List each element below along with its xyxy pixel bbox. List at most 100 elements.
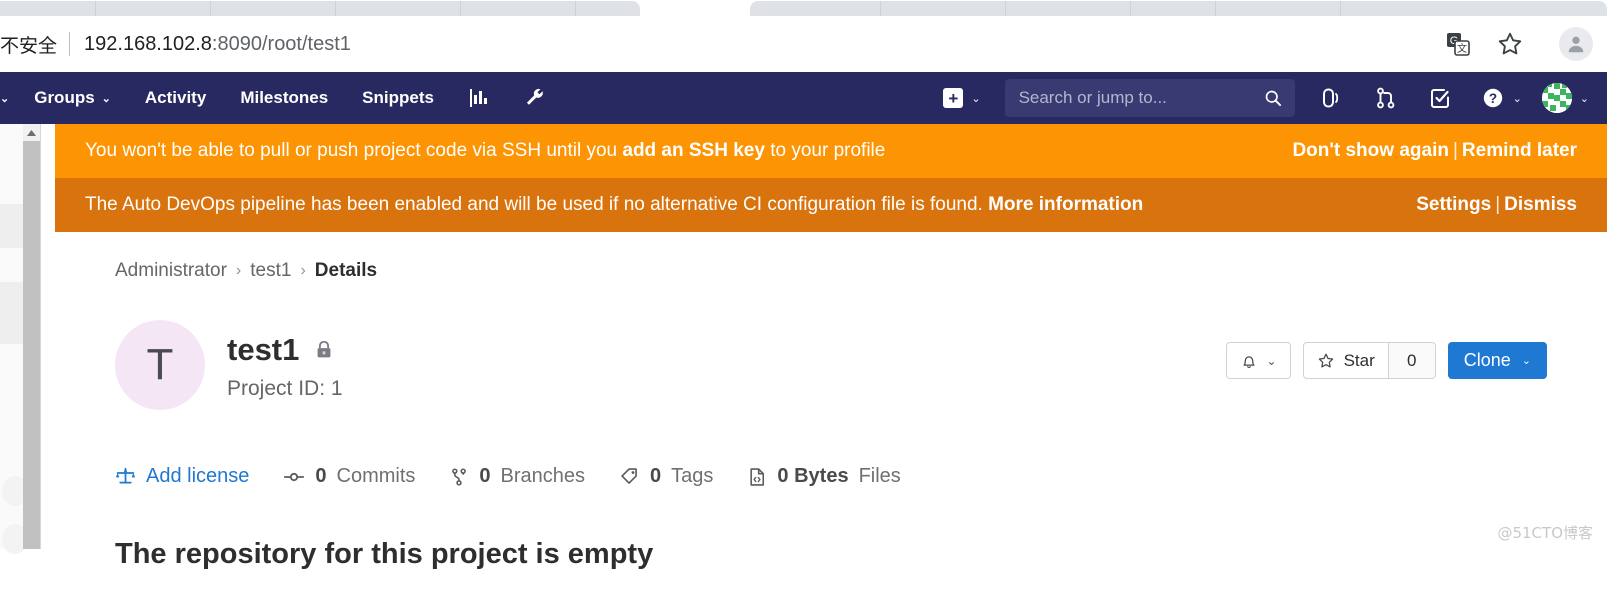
breadcrumb-item-administrator[interactable]: Administrator	[115, 260, 227, 282]
project-header: T test1 Project ID: 1 ⌄ Star 0 Clone ⌄	[115, 282, 1547, 410]
page-body: You won't be able to pull or push projec…	[0, 124, 1607, 570]
nav-item-milestones[interactable]: Milestones	[223, 72, 345, 124]
breadcrumb-separator: ›	[235, 262, 242, 279]
chevron-down-icon: ⌄	[1579, 92, 1589, 105]
project-title-row: test1	[227, 332, 343, 368]
dismiss-link[interactable]: Dismiss	[1504, 194, 1577, 215]
notification-dropdown-button[interactable]: ⌄	[1225, 342, 1291, 379]
banner-separator: |	[1495, 194, 1501, 215]
ssh-key-banner: You won't be able to pull or push projec…	[55, 124, 1607, 178]
empty-repository-message: The repository for this project is empty	[115, 538, 654, 570]
file-code-icon	[747, 467, 767, 487]
add-license-link[interactable]: Add license	[115, 465, 249, 488]
dont-show-again-link[interactable]: Don't show again	[1292, 140, 1449, 161]
project-id: Project ID: 1	[227, 377, 343, 400]
nav-label: Snippets	[362, 88, 434, 107]
project-page: Administrator › test1 › Details T test1	[55, 232, 1607, 571]
chevron-down-icon: ⌄	[101, 92, 111, 105]
nav-label: Groups	[34, 88, 95, 107]
svg-text:?: ?	[1488, 91, 1496, 106]
files-size-stat[interactable]: 0 Bytes Files	[747, 465, 901, 488]
nav-item-snippets[interactable]: Snippets	[345, 72, 451, 124]
branches-stat[interactable]: 0 Branches	[449, 465, 585, 488]
clone-label: Clone	[1463, 350, 1511, 370]
project-meta: test1 Project ID: 1	[205, 320, 343, 401]
auto-devops-message: The Auto DevOps pipeline has been enable…	[85, 194, 1416, 216]
search-box[interactable]	[1004, 79, 1295, 117]
tags-stat[interactable]: 0 Tags	[619, 465, 713, 488]
tags-count: 0	[650, 465, 662, 487]
search-icon[interactable]	[1263, 88, 1283, 108]
chevron-down-icon: ⌄	[1512, 92, 1522, 105]
address-divider	[69, 32, 71, 56]
files-size-count: 0 Bytes	[777, 465, 849, 487]
star-label: Star	[1343, 350, 1375, 370]
url-text: 192.168.102.8:8090/root/test1	[84, 33, 351, 56]
rail-divider	[40, 124, 41, 549]
auto-devops-banner: The Auto DevOps pipeline has been enable…	[55, 178, 1607, 232]
wrench-admin-icon[interactable]	[507, 72, 563, 124]
breadcrumb-item-details: Details	[314, 260, 378, 281]
browser-address-bar[interactable]: 不安全 192.168.102.8:8090/root/test1 G 文	[0, 16, 1607, 72]
gitlab-top-navigation: ⌄ Groups ⌄ Activity Milestones Snippets	[0, 72, 1607, 124]
commits-label: Commits	[336, 465, 416, 487]
create-new-dropdown[interactable]: + ⌄	[929, 88, 994, 108]
branches-count: 0	[479, 465, 491, 487]
nav-item-projects-partial[interactable]: ⌄	[0, 72, 17, 124]
breadcrumb: Administrator › test1 › Details	[115, 232, 1547, 282]
ssh-banner-actions: Don't show again | Remind later	[1292, 140, 1577, 162]
todos-icon[interactable]	[1413, 86, 1467, 110]
scrollbar-up-arrow[interactable]	[23, 124, 40, 141]
project-stats: Add license 0 Commits 0 Branches 0 Tags …	[115, 410, 1547, 488]
issues-icon[interactable]	[1305, 86, 1359, 110]
translate-icon[interactable]: G 文	[1443, 29, 1473, 59]
auto-devops-text-before: The Auto DevOps pipeline has been enable…	[85, 194, 989, 215]
plus-icon: +	[943, 88, 964, 108]
commits-count: 0	[315, 465, 327, 487]
nav-left-group: ⌄ Groups ⌄ Activity Milestones Snippets	[0, 72, 563, 124]
left-rail	[0, 124, 55, 554]
url-host: 192.168.102.8	[84, 32, 212, 55]
commit-icon	[283, 466, 305, 488]
clone-button[interactable]: Clone ⌄	[1447, 342, 1547, 379]
nav-right-group: + ⌄ Search or jump to... ? ⌄ ⌄	[929, 72, 1607, 124]
remind-later-link[interactable]: Remind later	[1462, 140, 1577, 161]
main-content: You won't be able to pull or push projec…	[55, 124, 1607, 570]
lock-icon	[313, 339, 335, 361]
auto-devops-actions: Settings | Dismiss	[1416, 194, 1577, 216]
files-label: Files	[858, 465, 901, 487]
search-input[interactable]	[1018, 88, 1263, 108]
nav-item-groups[interactable]: Groups ⌄	[17, 72, 128, 124]
commits-stat[interactable]: 0 Commits	[283, 465, 415, 488]
star-button-group: Star 0	[1302, 342, 1436, 379]
ssh-banner-text-before: You won't be able to pull or push projec…	[85, 140, 623, 161]
user-avatar	[1541, 83, 1572, 113]
chevron-down-icon: ⌄	[971, 92, 981, 105]
project-avatar: T	[115, 320, 205, 410]
url-path: :8090/root/test1	[211, 32, 351, 55]
browser-tab-active[interactable]	[750, 1, 1607, 16]
svg-text:文: 文	[1457, 42, 1467, 55]
add-ssh-key-link[interactable]: add an SSH key	[622, 140, 765, 161]
url-zone[interactable]: 不安全 192.168.102.8:8090/root/test1	[0, 27, 1443, 61]
omnibox-actions: G 文	[1443, 27, 1593, 61]
analytics-chart-icon[interactable]	[451, 72, 507, 124]
ssh-banner-text-after: to your profile	[764, 140, 886, 161]
merge-requests-icon[interactable]	[1359, 86, 1413, 110]
browser-profile-avatar[interactable]	[1559, 27, 1593, 61]
more-information-link[interactable]: More information	[988, 194, 1143, 215]
help-dropdown[interactable]: ? ⌄	[1467, 86, 1530, 110]
breadcrumb-separator: ›	[300, 262, 306, 279]
chevron-down-icon: ⌄	[0, 92, 10, 105]
breadcrumb-item-test1[interactable]: test1	[250, 260, 291, 282]
browser-tab[interactable]	[0, 1, 640, 16]
star-button[interactable]: Star	[1302, 342, 1388, 379]
scrollbar-thumb[interactable]	[23, 141, 40, 549]
chevron-down-icon: ⌄	[1521, 355, 1531, 367]
star-bookmark-icon[interactable]	[1495, 29, 1525, 59]
user-menu[interactable]: ⌄	[1530, 83, 1599, 113]
settings-link[interactable]: Settings	[1416, 194, 1491, 215]
security-warning-label: 不安全	[0, 35, 58, 57]
nav-item-activity[interactable]: Activity	[128, 72, 223, 124]
star-count: 0	[1387, 342, 1436, 379]
